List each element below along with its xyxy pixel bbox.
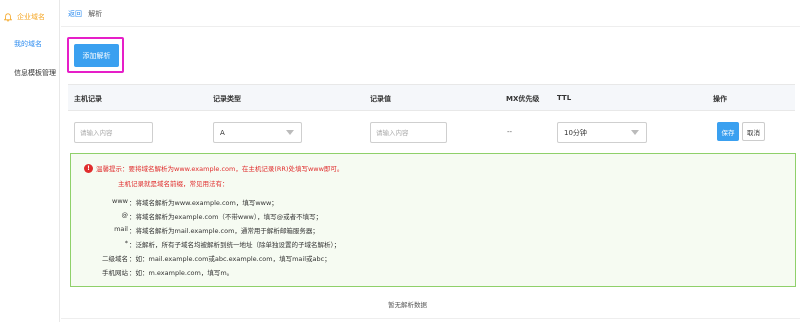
add-button-highlight: 添加解析 (67, 37, 124, 73)
chevron-down-icon (286, 130, 294, 135)
example-key: * (124, 239, 128, 247)
column-header-mx: MX优先级 (506, 95, 540, 103)
bell-icon (4, 12, 14, 22)
column-header-value: 记录值 (370, 95, 391, 103)
column-header-host: 主机记录 (74, 95, 102, 103)
list-item: * ：泛解析，所有子域名均被解析到统一地址（除单独设置的子域名解析）； (71, 239, 795, 249)
mx-priority-value: -- (507, 128, 513, 136)
warning-icon: ! (84, 163, 93, 173)
example-key: mail (114, 225, 128, 233)
sidebar-item-template-management[interactable]: 信息模板管理 (0, 60, 60, 86)
example-key: @ (121, 211, 129, 219)
table-bottom-divider (61, 318, 800, 319)
chevron-down-icon (631, 130, 639, 135)
example-desc: ：如：m.example.com，填写m。 (129, 269, 234, 277)
column-header-type: 记录类型 (213, 95, 241, 103)
example-key: www (112, 197, 128, 205)
tip-heading: ! 温馨提示：要将域名解析为www.example.com，在主机记录(RR)处… (84, 163, 343, 173)
list-item: mail ：将域名解析为mail.example.com，通常用于解析邮箱服务器… (71, 225, 795, 235)
example-key: 二级域名 (102, 255, 128, 263)
host-record-input[interactable] (74, 122, 153, 143)
tip-line-2: 主机记录就是域名前缀，常见用法有： (118, 180, 229, 188)
column-header-ttl: TTL (557, 94, 572, 102)
breadcrumb-current: 解析 (88, 10, 103, 18)
table-header: 主机记录 记录类型 记录值 MX优先级 TTL 操作 (68, 84, 795, 111)
example-key: 手机网站 (102, 269, 128, 277)
sidebar-item-label: 信息模板管理 (14, 69, 56, 77)
example-desc: ：将域名解析为example.com（不带www），填写@或者不填写； (129, 213, 323, 221)
sidebar-item-enterprise-domain[interactable]: 企业域名 (0, 4, 60, 30)
tips-box: ! 温馨提示：要将域名解析为www.example.com，在主机记录(RR)处… (70, 153, 796, 287)
list-item: @ ：将域名解析为example.com（不带www），填写@或者不填写； (71, 211, 795, 221)
record-value-input[interactable] (370, 122, 447, 143)
example-desc: ：如：mail.example.com或abc.example.com，填写ma… (129, 255, 331, 263)
cancel-button[interactable]: 取消 (742, 122, 765, 141)
sidebar-item-label: 企业域名 (17, 13, 45, 21)
example-desc: ：将域名解析为mail.example.com，通常用于解析邮箱服务器； (129, 227, 319, 235)
sidebar-item-my-domains[interactable]: 我的域名 (0, 31, 60, 57)
list-item: 二级域名 ：如：mail.example.com或abc.example.com… (71, 253, 795, 263)
column-header-actions: 操作 (713, 95, 727, 103)
sidebar-item-label: 我的域名 (14, 40, 42, 48)
empty-state-text: 暂无解析数据 (388, 301, 427, 309)
ttl-select[interactable]: 10分钟 (557, 122, 647, 143)
ttl-value: 10分钟 (564, 128, 587, 137)
example-desc: ：将域名解析为www.example.com，填写www； (129, 199, 278, 207)
header-divider (61, 26, 800, 27)
record-type-value: A (220, 128, 225, 137)
breadcrumb: 返回 解析 (68, 9, 102, 19)
example-desc: ：泛解析，所有子域名均被解析到统一地址（除单独设置的子域名解析）； (129, 241, 341, 249)
record-type-select[interactable]: A (213, 122, 302, 143)
sidebar: 企业域名 我的域名 信息模板管理 (0, 0, 60, 322)
breadcrumb-back-link[interactable]: 返回 (68, 10, 82, 18)
tip-line-1: 温馨提示：要将域名解析为www.example.com，在主机记录(RR)处填写… (96, 165, 344, 173)
table-row: A -- 10分钟 保存 取消 (68, 111, 795, 153)
save-button[interactable]: 保存 (717, 122, 739, 141)
list-item: www ：将域名解析为www.example.com，填写www； (71, 197, 795, 207)
list-item: 手机网站 ：如：m.example.com，填写m。 (71, 267, 795, 277)
add-record-button[interactable]: 添加解析 (74, 44, 119, 67)
